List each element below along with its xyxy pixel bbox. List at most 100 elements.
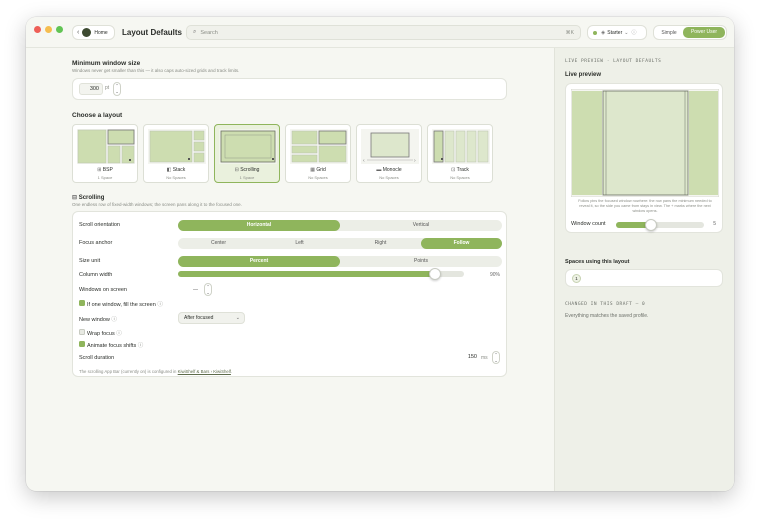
size-unit-points[interactable]: Points xyxy=(340,256,502,267)
orientation-segmented: Horizontal Vertical xyxy=(178,220,502,231)
animate-focus-checkbox[interactable] xyxy=(79,341,85,347)
layout-option-bsp[interactable]: ⊞ BSP 1 Space xyxy=(72,124,138,183)
chevron-down-icon: ⌄ xyxy=(624,29,629,36)
column-width-slider[interactable] xyxy=(178,268,464,280)
layout-spaces: No Spaces xyxy=(450,175,470,180)
fill-screen-checkbox[interactable] xyxy=(79,300,85,306)
app-bar-footnote: The scrolling App Bar (currently on) is … xyxy=(79,369,232,374)
windows-on-screen-input[interactable]: — xyxy=(178,285,202,295)
windows-on-screen-stepper[interactable]: ⌃ ⌄ xyxy=(204,283,212,296)
scroll-duration-input[interactable]: 150 xyxy=(453,352,477,363)
minimize-window-button[interactable] xyxy=(45,26,52,33)
new-window-label: New window ⓘ xyxy=(79,315,117,323)
mode-toggle: Simple Power User xyxy=(653,25,727,40)
window-count-slider[interactable] xyxy=(616,219,704,231)
layout-spaces: 1 Space xyxy=(97,175,113,180)
home-avatar-icon xyxy=(82,28,92,37)
scrolling-section-icon: ⊟ xyxy=(72,195,78,201)
scrolling-thumbnail-icon xyxy=(219,129,277,164)
size-unit-segmented: Percent Points xyxy=(178,256,502,267)
window-count-value: 5 xyxy=(713,221,716,227)
focus-anchor-left[interactable]: Left xyxy=(259,238,340,249)
focus-anchor-segmented: Center Left Right Follow xyxy=(178,238,502,249)
close-window-button[interactable] xyxy=(34,26,41,33)
stack-icon: ◧ xyxy=(166,167,172,173)
min-size-stepper[interactable]: ⌃ ⌄ xyxy=(113,82,121,96)
scrolling-heading-text: Scrolling xyxy=(78,195,105,201)
wrap-focus-checkbox[interactable] xyxy=(79,329,85,335)
layout-name: Track xyxy=(456,167,469,173)
layout-spaces: 1 Space xyxy=(239,175,255,180)
column-width-value: 90% xyxy=(489,272,500,278)
preview-canvas xyxy=(571,89,719,197)
layout-heading: Choose a layout xyxy=(72,112,123,119)
profile-selector[interactable]: ◈ Starter ⌄ ⓘ xyxy=(587,25,647,40)
chevron-updown-icon: ⌄ xyxy=(235,315,240,321)
min-size-input[interactable]: 300 xyxy=(79,83,103,95)
monocle-thumbnail-icon: ‹ › xyxy=(361,129,419,164)
layers-icon: ◈ xyxy=(601,29,606,36)
layout-spaces: No Spaces xyxy=(308,175,328,180)
layout-name: Monocle xyxy=(382,167,402,173)
preview-sidebar: LIVE PREVIEW · LAYOUT DEFAULTS Live prev… xyxy=(554,48,734,491)
help-icon: ⓘ xyxy=(157,302,163,308)
focus-anchor-center[interactable]: Center xyxy=(178,238,259,249)
preview-description: Follow pins the focused window nowhere: … xyxy=(578,199,712,213)
orientation-vertical[interactable]: Vertical xyxy=(340,220,502,231)
spaces-heading: Spaces using this layout xyxy=(565,259,630,265)
layout-name: Grid xyxy=(316,167,326,173)
search-placeholder: Search xyxy=(200,29,218,36)
layout-option-monocle[interactable]: ‹ › ▬ Monocle No Spaces xyxy=(356,124,422,183)
layout-option-track[interactable]: ⊡ Track No Spaces xyxy=(427,124,493,183)
back-button-label: Home xyxy=(94,29,108,36)
scroll-duration-unit: ms xyxy=(481,355,488,361)
sidebar-caption: LIVE PREVIEW · LAYOUT DEFAULTS xyxy=(565,59,662,64)
orientation-horizontal[interactable]: Horizontal xyxy=(178,220,340,231)
windows-on-screen-label: Windows on screen xyxy=(79,287,127,293)
monocle-icon: ▬ xyxy=(376,167,382,173)
column-width-knob[interactable] xyxy=(429,268,441,280)
footnote-link[interactable]: KiwiShelf & Bars › KiwiShelf xyxy=(178,369,231,374)
zoom-window-button[interactable] xyxy=(56,26,63,33)
animate-focus-label: Animate focus shifts ⓘ xyxy=(87,341,143,349)
track-icon: ⊡ xyxy=(451,167,456,173)
wrap-focus-text: Wrap focus xyxy=(87,331,115,337)
layout-name: BSP xyxy=(102,167,113,173)
bsp-thumbnail-icon xyxy=(77,129,135,164)
new-window-select[interactable]: After focused ⌄ xyxy=(178,312,245,324)
window-count-label: Window count xyxy=(571,221,606,227)
mode-power-button[interactable]: Power User xyxy=(683,27,725,38)
search-icon: ⌕ xyxy=(193,29,197,35)
layout-option-stack[interactable]: ◧ Stack No Spaces xyxy=(143,124,209,183)
preview-heading: Live preview xyxy=(565,72,602,78)
space-badge[interactable]: 1 xyxy=(572,274,581,283)
layout-option-scrolling[interactable]: ⊟ Scrolling 1 Space xyxy=(214,124,280,183)
profile-label: Starter xyxy=(607,29,623,36)
search-input[interactable]: ⌕ Search ⌘K xyxy=(186,25,581,40)
stack-thumbnail-icon xyxy=(148,129,206,164)
scroll-duration-stepper[interactable]: ⌃ ⌄ xyxy=(492,351,500,364)
animate-focus-text: Animate focus shifts xyxy=(87,343,137,349)
window-count-knob[interactable] xyxy=(645,219,657,231)
column-width-fill xyxy=(178,271,435,277)
changed-text: Everything matches the saved profile. xyxy=(565,313,649,319)
back-button[interactable]: ‹ Home xyxy=(72,25,115,40)
orientation-label: Scroll orientation xyxy=(79,222,120,228)
status-dot-icon xyxy=(593,30,597,35)
focus-anchor-right[interactable]: Right xyxy=(340,238,421,249)
spaces-card: 1 xyxy=(565,269,723,287)
min-size-subtitle: Windows never get smaller than this — it… xyxy=(72,68,240,73)
footnote-text: The scrolling App Bar (currently on) is … xyxy=(79,369,177,374)
title-bar: ‹ Home Layout Defaults ⌕ Search ⌘K ◈ Sta… xyxy=(26,17,734,48)
min-size-heading: Minimum window size xyxy=(72,60,141,67)
scrolling-icon: ⊟ xyxy=(234,167,239,173)
layout-option-grid[interactable]: ▦ Grid No Spaces xyxy=(285,124,351,183)
bsp-icon: ⊞ xyxy=(97,167,102,173)
mode-simple-button[interactable]: Simple xyxy=(655,30,683,36)
layout-name: Stack xyxy=(172,167,186,173)
chevron-left-icon: ‹ xyxy=(77,29,80,36)
scrolling-heading: ⊟ Scrolling xyxy=(72,194,104,201)
size-unit-percent[interactable]: Percent xyxy=(178,256,340,267)
new-window-value: After focused xyxy=(184,315,214,321)
focus-anchor-follow[interactable]: Follow xyxy=(421,238,502,249)
